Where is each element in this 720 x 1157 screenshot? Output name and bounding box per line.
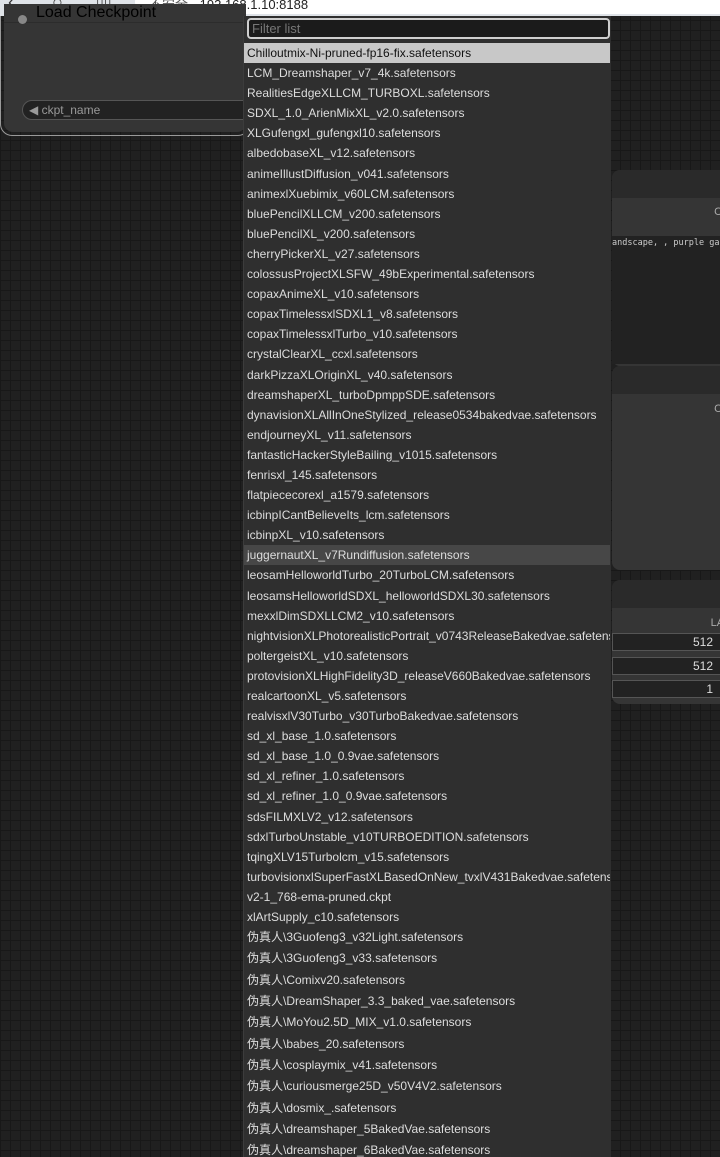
menu-item[interactable]: flatpiececorexl_a1579.safetensors (244, 485, 610, 505)
menu-item[interactable]: poltergeistXL_v10.safetensors (244, 646, 610, 666)
menu-item[interactable]: animeIllustDiffusion_v041.safetensors (244, 164, 610, 184)
menu-item[interactable]: turbovisionxlSuperFastXLBasedOnNew_tvxlV… (244, 867, 610, 887)
menu-item[interactable]: realvisxlV30Turbo_v30TurboBakedvae.safet… (244, 706, 610, 726)
menu-item[interactable]: tqingXLV15Turbolcm_v15.safetensors (244, 847, 610, 867)
node-title: Load Checkpoint (36, 4, 157, 21)
menu-item[interactable]: 伪真人\curiousmerge25D_v50V4V2.safetensors (244, 1076, 610, 1097)
menu-item[interactable]: sd_xl_base_1.0_0.9vae.safetensors (244, 746, 610, 766)
menu-item[interactable]: 伪真人\Comixv20.safetensors (244, 970, 610, 991)
arrow-left-icon[interactable]: ◀ (29, 103, 42, 117)
batch-size-widget[interactable]: 1 (612, 680, 720, 698)
prompt-textarea[interactable]: andscape, , purple ga (612, 236, 720, 364)
menu-item[interactable]: 伪真人\3Guofeng3_v33.safetensors (244, 948, 610, 969)
menu-item[interactable]: LCM_Dreamshaper_v7_4k.safetensors (244, 63, 610, 83)
menu-item[interactable]: 伪真人\dreamshaper_6BakedVae.safetensors (244, 1140, 610, 1157)
node-output-label: CC (714, 403, 720, 415)
menu-item[interactable]: dreamshaperXL_turboDpmppSDE.safetensors (244, 385, 610, 405)
menu-item[interactable]: sdxlTurboUnstable_v10TURBOEDITION.safete… (244, 827, 610, 847)
menu-item[interactable]: fenrisxl_145.safetensors (244, 465, 610, 485)
menu-item[interactable]: sd_xl_refiner_1.0.safetensors (244, 766, 610, 786)
height-widget[interactable]: 512 (612, 657, 720, 675)
widget-label: ckpt_name (41, 103, 101, 117)
width-widget[interactable]: 512 (612, 633, 720, 651)
menu-item[interactable]: cherryPickerXL_v27.safetensors (244, 244, 610, 264)
menu-item[interactable]: albedobaseXL_v12.safetensors (244, 143, 610, 163)
menu-item[interactable]: copaxAnimeXL_v10.safetensors (244, 284, 610, 304)
menu-item[interactable]: endjourneyXL_v11.safetensors (244, 425, 610, 445)
menu-item[interactable]: icbinpXL_v10.safetensors (244, 525, 610, 545)
menu-item[interactable]: nightvisionXLPhotorealisticPortrait_v074… (244, 626, 610, 646)
menu-item[interactable]: colossusProjectXLSFW_49bExperimental.saf… (244, 264, 610, 284)
clip-text-encode-node-2[interactable]: CC (612, 366, 720, 570)
menu-item[interactable]: 伪真人\dreamshaper_5BakedVae.safetensors (244, 1119, 610, 1140)
menu-item[interactable]: bluePencilXL_v200.safetensors (244, 224, 610, 244)
menu-item[interactable]: 伪真人\dosmix_.safetensors (244, 1098, 610, 1119)
menu-item[interactable]: mexxlDimSDXLLCM2_v10.safetensors (244, 606, 610, 626)
checkpoint-dropdown-menu: Filter list Chilloutmix-Ni-pruned-fp16-f… (243, 16, 611, 1157)
menu-item[interactable]: XLGufengxl_gufengxl10.safetensors (244, 123, 610, 143)
load-checkpoint-node[interactable]: Load Checkpoint ◀ ckpt_name (0, 0, 262, 136)
menu-item[interactable]: 伪真人\3Guofeng3_v32Light.safetensors (244, 927, 610, 948)
menu-item[interactable]: sdsFILMXLV2_v12.safetensors (244, 807, 610, 827)
menu-item[interactable]: copaxTimelessxlTurbo_v10.safetensors (244, 324, 610, 344)
menu-item[interactable]: sd_xl_refiner_1.0_0.9vae.safetensors (244, 786, 610, 806)
menu-item[interactable]: RealitiesEdgeXLLCM_TURBOXL.safetensors (244, 83, 610, 103)
menu-item[interactable]: Chilloutmix-Ni-pruned-fp16-fix.safetenso… (244, 43, 610, 64)
menu-item[interactable]: SDXL_1.0_ArienMixXL_v2.0.safetensors (244, 103, 610, 123)
menu-item[interactable]: icbinpICantBelieveIts_lcm.safetensors (244, 505, 610, 525)
menu-item[interactable]: v2-1_768-ema-pruned.ckpt (244, 887, 610, 907)
node-output-label: CC (714, 206, 720, 218)
menu-item[interactable]: xlArtSupply_c10.safetensors (244, 907, 610, 927)
menu-item[interactable]: crystalClearXL_ccxl.safetensors (244, 344, 610, 364)
menu-item[interactable]: 伪真人\babes_20.safetensors (244, 1034, 610, 1055)
menu-item[interactable]: realcartoonXL_v5.safetensors (244, 686, 610, 706)
menu-item[interactable]: protovisionXLHighFidelity3D_releaseV660B… (244, 666, 610, 686)
menu-item[interactable]: darkPizzaXLOriginXL_v40.safetensors (244, 365, 610, 385)
ckpt-name-widget[interactable]: ◀ ckpt_name (22, 100, 262, 120)
node-output-label: LAT (710, 617, 720, 629)
menu-item[interactable]: bluePencilXLLCM_v200.safetensors (244, 204, 610, 224)
menu-items: Chilloutmix-Ni-pruned-fp16-fix.safetenso… (244, 43, 610, 1157)
filter-input[interactable]: Filter list (247, 18, 610, 39)
menu-item[interactable]: copaxTimelessxlSDXL1_v8.safetensors (244, 304, 610, 324)
menu-item[interactable]: animexlXuebimix_v60LCM.safetensors (244, 184, 610, 204)
menu-item[interactable]: 伪真人\MoYou2.5D_MIX_v1.0.safetensors (244, 1012, 610, 1033)
menu-item[interactable]: juggernautXL_v7Rundiffusion.safetensors (244, 545, 610, 566)
menu-item[interactable]: 伪真人\cosplaymix_v41.safetensors (244, 1055, 610, 1076)
menu-item[interactable]: leosamHelloworldTurbo_20TurboLCM.safeten… (244, 565, 610, 585)
menu-item[interactable]: 伪真人\DreamShaper_3.3_baked_vae.safetensor… (244, 991, 610, 1012)
collapse-dot-icon[interactable] (18, 15, 27, 24)
menu-item[interactable]: sd_xl_base_1.0.safetensors (244, 726, 610, 746)
menu-item[interactable]: dynavisionXLAllInOneStylized_release0534… (244, 405, 610, 425)
menu-item[interactable]: fantasticHackerStyleBailing_v1015.safete… (244, 445, 610, 465)
menu-item[interactable]: leosamsHelloworldSDXL_helloworldSDXL30.s… (244, 586, 610, 606)
